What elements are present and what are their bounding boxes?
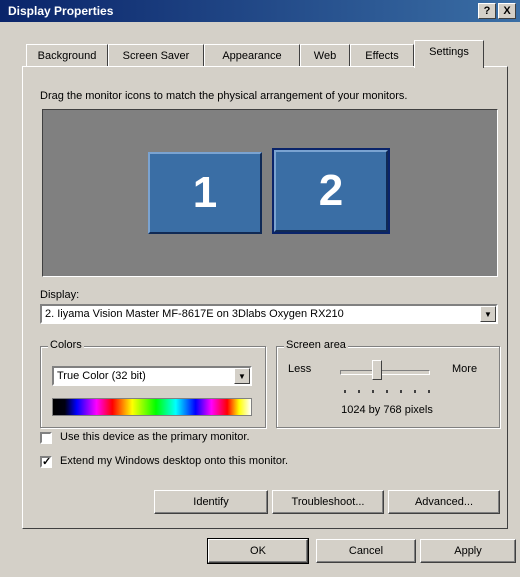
display-select[interactable]: 2. Iiyama Vision Master MF-8617E on 3Dla… bbox=[40, 304, 498, 324]
colors-group-label: Colors bbox=[48, 339, 84, 351]
extend-desktop-label: Extend my Windows desktop onto this moni… bbox=[60, 455, 289, 467]
chevron-down-icon[interactable]: ▼ bbox=[234, 368, 250, 384]
close-button[interactable]: X bbox=[498, 3, 516, 19]
extend-desktop-checkbox[interactable]: ✓ bbox=[40, 456, 52, 468]
chevron-down-icon[interactable]: ▼ bbox=[480, 306, 496, 322]
resolution-slider-thumb[interactable] bbox=[372, 360, 382, 380]
primary-monitor-label: Use this device as the primary monitor. bbox=[60, 431, 250, 443]
tab-settings[interactable]: Settings bbox=[414, 40, 484, 68]
display-label: Display: bbox=[40, 289, 80, 301]
troubleshoot-button[interactable]: Troubleshoot... bbox=[272, 490, 384, 514]
tab-effects[interactable]: Effects bbox=[350, 44, 414, 66]
slider-tick bbox=[428, 390, 430, 393]
less-label: Less bbox=[288, 363, 312, 375]
slider-tick bbox=[400, 390, 402, 393]
more-label: More bbox=[452, 363, 478, 375]
resolution-text: 1024 by 768 pixels bbox=[341, 404, 433, 416]
display-select-value: 2. Iiyama Vision Master MF-8617E on 3Dla… bbox=[45, 308, 344, 320]
instruction-text: Drag the monitor icons to match the phys… bbox=[40, 90, 408, 102]
window-title: Display Properties bbox=[8, 4, 114, 18]
slider-tick bbox=[372, 390, 374, 393]
tab-appearance[interactable]: Appearance bbox=[204, 44, 300, 66]
screen-area-group-label: Screen area bbox=[284, 339, 348, 351]
colors-select[interactable]: True Color (32 bit) ▼ bbox=[52, 366, 252, 386]
tab-web[interactable]: Web bbox=[300, 44, 350, 66]
advanced-button[interactable]: Advanced... bbox=[388, 490, 500, 514]
slider-tick bbox=[358, 390, 360, 393]
colors-select-value: True Color (32 bit) bbox=[57, 370, 146, 382]
monitor-arrangement-area[interactable] bbox=[42, 109, 498, 277]
help-button[interactable]: ? bbox=[478, 3, 496, 19]
monitor-2-icon[interactable]: 2 bbox=[272, 148, 390, 234]
monitor-1-icon[interactable]: 1 bbox=[148, 152, 262, 234]
tab-background[interactable]: Background bbox=[26, 44, 108, 66]
apply-button[interactable]: Apply bbox=[420, 539, 516, 563]
ok-button[interactable]: OK bbox=[207, 538, 309, 564]
resolution-slider-track[interactable] bbox=[340, 370, 430, 375]
tab-screen-saver[interactable]: Screen Saver bbox=[108, 44, 204, 66]
identify-button[interactable]: Identify bbox=[154, 490, 268, 514]
slider-tick bbox=[386, 390, 388, 393]
cancel-button[interactable]: Cancel bbox=[316, 539, 416, 563]
slider-tick bbox=[344, 390, 346, 393]
primary-monitor-checkbox[interactable] bbox=[40, 432, 52, 444]
color-spectrum-bar bbox=[52, 398, 252, 416]
slider-tick bbox=[414, 390, 416, 393]
